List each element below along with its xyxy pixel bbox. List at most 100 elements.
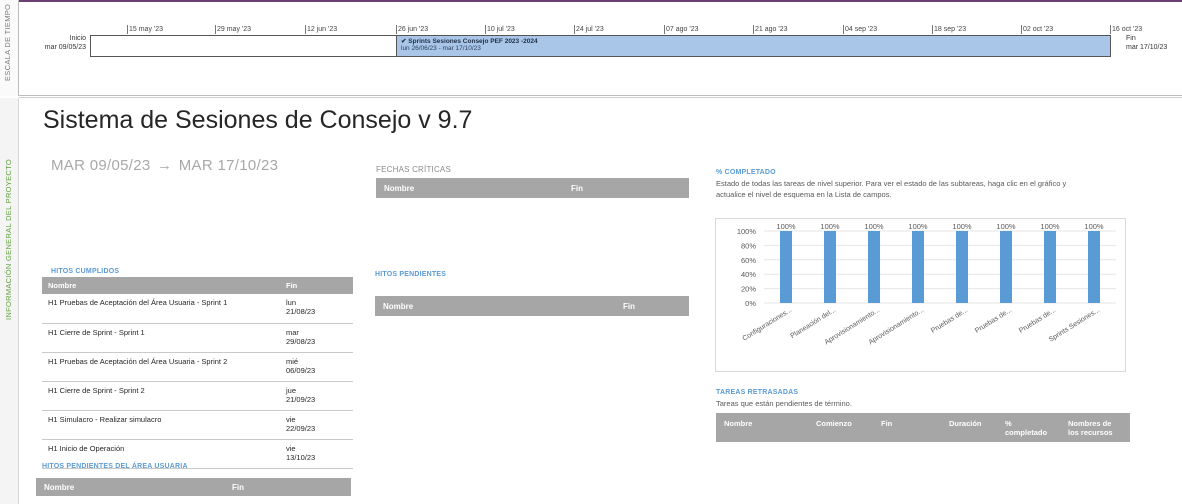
bar-value-label: 100% (1084, 222, 1104, 231)
milestone-end: mié 06/09/23 (280, 352, 353, 382)
col-header-end: Fin (881, 419, 893, 428)
bar-value-label: 100% (820, 222, 840, 231)
table-row[interactable]: H1 Cierre de Sprint - Sprint 1 mar 29/08/2… (42, 323, 353, 353)
check-icon: ✔ (401, 38, 407, 45)
y-tick-label: 100% (737, 227, 757, 236)
chart-bar (912, 231, 924, 303)
pending-milestones-title: HITOS PENDIENTES (375, 271, 447, 278)
milestone-name: H1 Pruebas de Aceptación del Área Usuari… (42, 294, 280, 324)
project-finish-date: MAR 17/10/23 (178, 157, 279, 174)
col-header-duration: Duración (949, 419, 982, 428)
percent-complete-chart[interactable]: 0% 20% 40% 60% 80% 100% 100% Configuraciones...… (715, 218, 1126, 372)
late-tasks-description: Tareas que están pendientes de término. (716, 399, 852, 408)
x-category-label: Planeación del... (789, 307, 837, 340)
chart-bar (780, 231, 792, 303)
milestone-end-date: 22/09/23 (286, 423, 316, 433)
timeline-tick: 26 jun '23 (396, 25, 429, 34)
timeline-end: Fin mar 17/10/23 (1126, 34, 1176, 52)
milestone-name: H1 Cierre de Sprint - Sprint 2 (42, 381, 280, 411)
late-tasks-title: TAREAS RETRASADAS (716, 389, 799, 396)
y-tick-label: 60% (741, 256, 756, 265)
late-tasks-table-header[interactable]: Nombre Comienzo Fin Duración % completad… (716, 413, 1130, 442)
col-header-name: Nombre (42, 277, 280, 294)
chart-bar (956, 231, 968, 303)
table-row[interactable]: H1 Pruebas de Aceptación del Área Usuari… (42, 294, 353, 324)
timescale-label: ESCALA DE TIEMPO (3, 4, 12, 82)
milestone-name: H1 Cierre de Sprint - Sprint 1 (42, 323, 280, 353)
bar-value-label: 100% (864, 222, 884, 231)
user-area-milestones-table-header[interactable]: Nombre Fin (36, 478, 351, 496)
timeline-start-date: mar 09/05/23 (44, 44, 86, 51)
critical-dates-table-header[interactable]: Nombre Fin (376, 178, 689, 198)
bar-value-label: 100% (908, 222, 928, 231)
project-dates: MAR 09/05/23 → MAR 17/10/23 (51, 157, 278, 174)
bar-value-label: 100% (1040, 222, 1060, 231)
timeline-ticks: 15 may '23 29 may '23 12 jun '23 26 jun … (0, 25, 1182, 35)
timeline-tick: 18 sep '23 (932, 25, 967, 34)
bar-value-label: 100% (952, 222, 972, 231)
timeline-start: Inicio mar 09/05/23 (40, 34, 86, 52)
col-header-start: Comienzo (816, 419, 852, 428)
timeline-task-name: Sprints Sesiones Consejo PEF 2023 -2024 (408, 38, 538, 45)
milestone-end-day: mar (286, 327, 299, 337)
timeline-divider (19, 95, 1182, 96)
timeline-rule (19, 97, 1182, 98)
y-tick-label: 20% (741, 285, 756, 294)
milestone-end-day: lun (286, 298, 297, 307)
report-title: Sistema de Sesiones de Consejo v 9.7 (43, 106, 473, 134)
y-tick-label: 40% (741, 270, 756, 279)
milestone-end-date: 21/09/23 (286, 394, 316, 404)
user-area-milestones-title: HITOS PENDIENTES DEL ÁREA USUARIA (42, 463, 188, 470)
table-row[interactable]: H1 Cierre de Sprint - Sprint 2 jue 21/09/2… (42, 381, 353, 411)
milestone-end-day: mié (286, 356, 299, 366)
timeline-tick: 29 may '23 (215, 25, 252, 34)
milestone-end: mar 29/08/23 (280, 323, 353, 353)
completed-milestones-title: HITOS CUMPLIDOS (51, 268, 120, 275)
col-header-name: Nombre (724, 419, 753, 428)
timescale-side-panel: ESCALA DE TIEMPO (0, 0, 19, 96)
timeline-tick: 24 jul '23 (574, 25, 604, 34)
y-tick-label: 80% (741, 241, 756, 250)
col-header-resources: Nombres de los recursos (1068, 419, 1113, 437)
timeline-task-dates: lun 26/06/23 - mar 17/10/23 (401, 45, 481, 52)
timeline-tick: 07 ago '23 (664, 25, 699, 34)
chart-canvas: 0% 20% 40% 60% 80% 100% 100% Configuraciones...… (737, 222, 1116, 346)
pending-milestones-table-header[interactable]: Nombre Fin (375, 296, 689, 316)
critical-dates-title: FECHAS CRÍTICAS (376, 165, 452, 174)
timeline-tick: 21 ago '23 (753, 25, 788, 34)
milestone-end: vie 22/09/23 (280, 410, 353, 440)
timeline-end-date: mar 17/10/23 (1126, 44, 1168, 51)
bar-value-label: 100% (996, 222, 1016, 231)
x-category-label: Pruebas de... (974, 307, 1013, 335)
col-header-end: Fin (623, 301, 635, 311)
timeline-tick: 02 oct '23 (1021, 25, 1054, 34)
milestone-name: H1 Pruebas de Aceptación del Área Usuari… (42, 352, 280, 382)
col-header-percent-complete: % completado (1005, 419, 1048, 437)
milestone-end-date: 29/08/23 (286, 336, 316, 346)
timeline-tick: 15 may '23 (127, 25, 164, 34)
col-header-name: Nombre (384, 183, 415, 193)
bar-value-label: 100% (776, 222, 796, 231)
table-header-row: Nombre Fin (42, 277, 353, 294)
project-info-side-panel: INFORMACIÓN GENERAL DEL PROYECTO (0, 98, 19, 504)
table-row[interactable]: H1 Pruebas de Aceptación del Área Usuari… (42, 352, 353, 382)
timeline-task-sprints[interactable]: ✔ Sprints Sesiones Consejo PEF 2023 -202… (396, 35, 1111, 57)
col-header-end: Fin (571, 183, 583, 193)
milestone-end-day: vie (286, 443, 296, 453)
milestone-end: vie 13/10/23 (280, 439, 353, 469)
chart-bar (824, 231, 836, 303)
milestone-end-date: 06/09/23 (286, 365, 316, 375)
chart-bar (1000, 231, 1012, 303)
timeline-start-label: Inicio (69, 35, 86, 42)
col-header-name: Nombre (44, 482, 75, 492)
percent-complete-description: Estado de todas las tareas de nivel supe… (716, 179, 1067, 199)
timeline-tick: 16 oct '23 (1110, 25, 1143, 34)
project-start-date: MAR 09/05/23 (51, 157, 151, 174)
timeline-end-label: Fin (1126, 35, 1136, 42)
table-row[interactable]: H1 Simulacro - Realizar simulacro vie 22/0… (42, 410, 353, 440)
x-category-label: Pruebas de... (1018, 307, 1057, 335)
percent-complete-title: % COMPLETADO (716, 169, 776, 176)
x-category-label: Configuraciones... (742, 307, 794, 343)
chart-bar (1044, 231, 1056, 303)
timeline-tick: 04 sep '23 (843, 25, 878, 34)
